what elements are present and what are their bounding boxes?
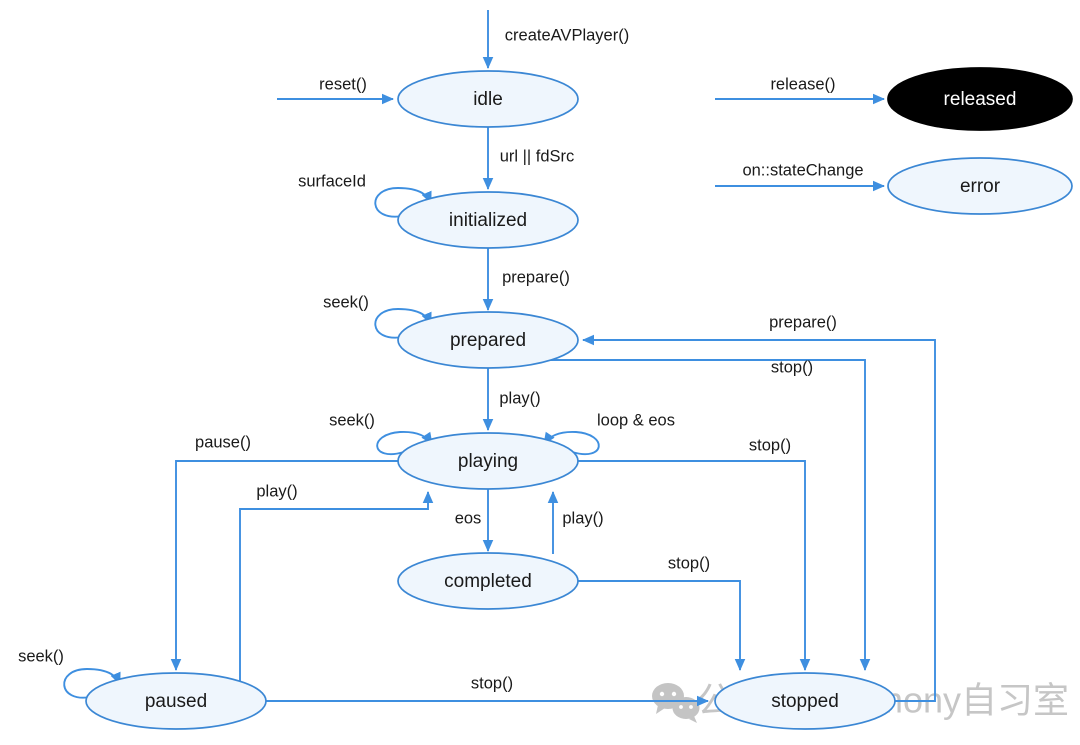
node-completed[interactable]: completed xyxy=(397,552,579,610)
node-error-label: error xyxy=(960,176,1001,197)
node-paused[interactable]: paused xyxy=(85,672,267,730)
edge-label-seek-playing: seek() xyxy=(329,411,375,429)
edge-label-url-fdsrc: url || fdSrc xyxy=(500,147,575,165)
edge-label-pause: pause() xyxy=(195,433,251,451)
edge-label-play-completed: play() xyxy=(562,509,603,527)
edge-label-reset: reset() xyxy=(319,75,367,93)
edge-label-play-prepared: play() xyxy=(499,389,540,407)
node-idle[interactable]: idle xyxy=(397,70,579,128)
edge-label-prepare-stopped: prepare() xyxy=(769,313,837,331)
node-stopped[interactable]: stopped xyxy=(714,672,896,730)
edge-label-loop-eos: loop & eos xyxy=(597,411,675,429)
node-completed-label: completed xyxy=(444,571,532,592)
node-initialized[interactable]: initialized xyxy=(397,191,579,249)
node-prepared[interactable]: prepared xyxy=(397,311,579,369)
edge-play-paused xyxy=(239,491,434,690)
edge-label-eos: eos xyxy=(455,509,482,527)
node-prepared-label: prepared xyxy=(450,330,526,351)
node-initialized-label: initialized xyxy=(449,210,527,231)
diagram-canvas: 公众号 Harmony自习室 xyxy=(0,0,1080,745)
edge-label-release: release() xyxy=(770,75,835,93)
node-playing-label: playing xyxy=(458,451,518,472)
edge-label-create-avplayer: createAVPlayer() xyxy=(505,26,629,44)
node-released-label: released xyxy=(944,89,1017,110)
edge-label-stop-playing: stop() xyxy=(749,436,791,454)
edge-prepare-stopped xyxy=(582,334,936,702)
edge-label-stop-prepared: stop() xyxy=(771,358,813,376)
node-playing[interactable]: playing xyxy=(397,432,579,490)
edge-label-prepare-init: prepare() xyxy=(502,268,570,286)
edge-label-seek-prepared: seek() xyxy=(323,293,369,311)
node-error[interactable]: error xyxy=(887,157,1073,215)
node-paused-label: paused xyxy=(145,691,207,712)
node-released[interactable]: released xyxy=(887,67,1073,131)
wechat-icon xyxy=(652,683,700,723)
edge-label-surfaceid: surfaceId xyxy=(298,172,366,190)
edge-label-on-statechange: on::stateChange xyxy=(742,161,863,179)
edge-label-stop-completed: stop() xyxy=(668,554,710,572)
node-stopped-label: stopped xyxy=(771,691,839,712)
node-idle-label: idle xyxy=(473,89,503,110)
edge-stop-completed xyxy=(578,580,746,671)
edge-label-seek-paused: seek() xyxy=(18,647,64,665)
state-machine-diagram: 公众号 Harmony自习室 xyxy=(18,10,1073,730)
nodes-layer: idle initialized prepared playing comple… xyxy=(85,67,1073,730)
edge-label-play-paused: play() xyxy=(256,482,297,500)
edge-label-stop-paused: stop() xyxy=(471,674,513,692)
